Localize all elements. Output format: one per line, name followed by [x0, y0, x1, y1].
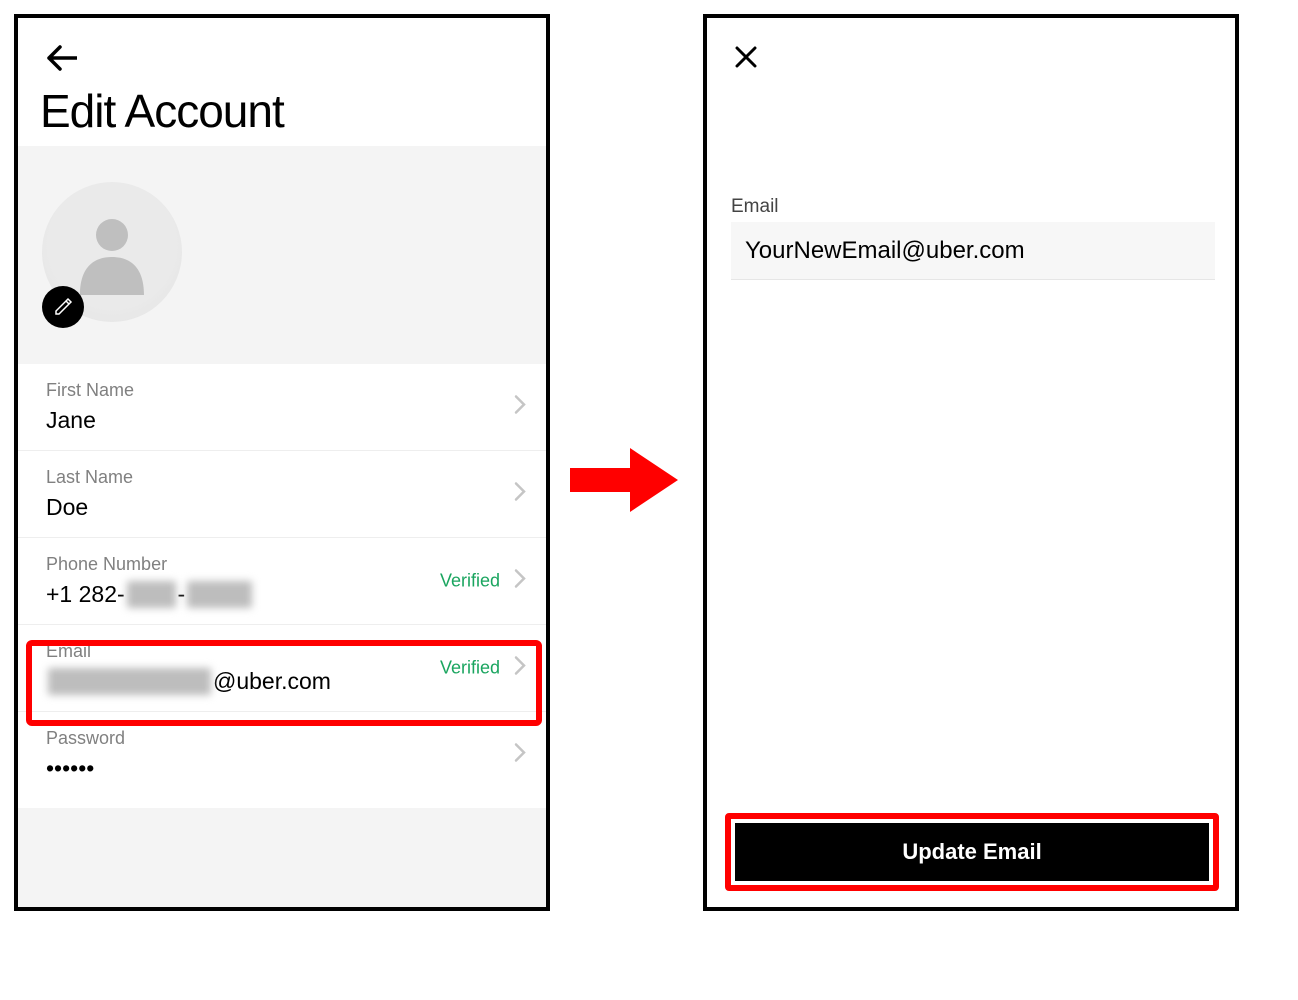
last-name-row[interactable]: Last Name Doe	[18, 451, 546, 538]
password-label: Password	[46, 728, 518, 749]
person-icon	[72, 207, 152, 297]
chevron-right-icon	[514, 569, 526, 594]
first-name-label: First Name	[46, 380, 518, 401]
first-name-row[interactable]: First Name Jane	[18, 364, 546, 451]
password-row[interactable]: Password ••••••	[18, 712, 546, 798]
email-field[interactable]	[731, 222, 1215, 280]
email-row[interactable]: Email ██████████@uber.com Verified	[18, 625, 546, 712]
page-title: Edit Account	[40, 84, 284, 138]
account-fields: First Name Jane Last Name Doe Phone Numb…	[18, 364, 546, 798]
pencil-icon	[53, 297, 73, 317]
chevron-right-icon	[514, 743, 526, 768]
edit-account-screen: Edit Account First Name Jane Last N	[14, 14, 550, 911]
update-email-screen: Email Update Email	[703, 14, 1239, 911]
flow-arrow-annotation	[570, 440, 680, 520]
password-value: ••••••	[46, 755, 518, 782]
phone-verified-badge: Verified	[440, 571, 500, 592]
first-name-value: Jane	[46, 407, 518, 434]
phone-row[interactable]: Phone Number +1 282-███-████ Verified	[18, 538, 546, 625]
last-name-value: Doe	[46, 494, 518, 521]
email-verified-badge: Verified	[440, 658, 500, 679]
email-field-label: Email	[731, 196, 779, 218]
chevron-right-icon	[514, 395, 526, 420]
back-button[interactable]	[44, 40, 80, 76]
edit-avatar-button[interactable]	[42, 286, 84, 328]
profile-section	[18, 146, 546, 364]
close-button[interactable]	[731, 42, 761, 72]
update-button-highlight-annotation: Update Email	[725, 813, 1219, 891]
close-icon	[735, 46, 757, 68]
chevron-right-icon	[514, 656, 526, 681]
last-name-label: Last Name	[46, 467, 518, 488]
chevron-right-icon	[514, 482, 526, 507]
arrow-right-icon	[570, 440, 680, 520]
avatar-wrap	[42, 182, 182, 322]
empty-area	[18, 808, 546, 908]
update-email-button[interactable]: Update Email	[735, 823, 1209, 881]
arrow-left-icon	[47, 45, 77, 71]
